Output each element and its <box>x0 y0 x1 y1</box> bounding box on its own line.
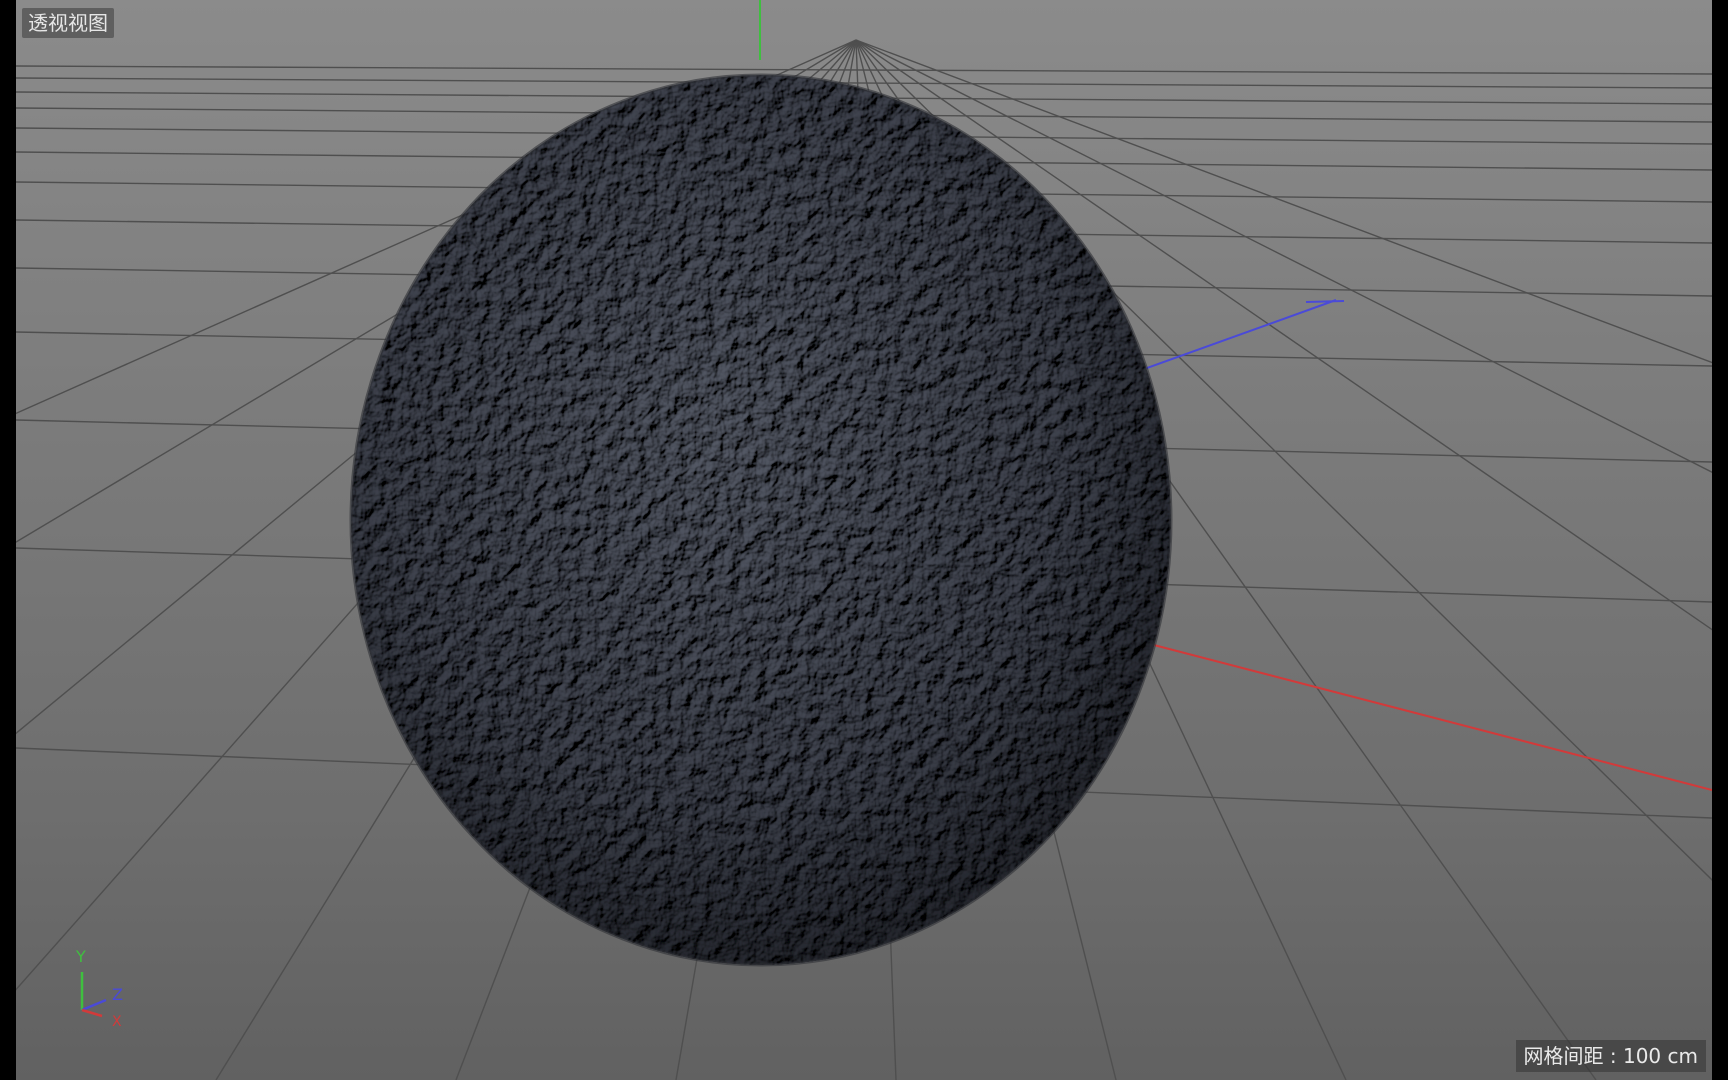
gizmo-x-line <box>81 1008 103 1018</box>
perspective-viewport[interactable]: 透视视图 Y Z X 网格间距 : 100 cm <box>16 0 1712 1080</box>
viewport-scene <box>16 0 1712 1080</box>
gizmo-z-line <box>81 998 107 1012</box>
gizmo-z-label: Z <box>112 985 123 1004</box>
view-name-label[interactable]: 透视视图 <box>22 8 114 38</box>
z-axis-line <box>1135 299 1337 373</box>
gizmo-y-label: Y <box>75 947 86 966</box>
grid-spacing-label: 网格间距 : 100 cm <box>1515 1040 1706 1072</box>
noise-sphere[interactable] <box>349 73 1173 967</box>
x-axis-line <box>1095 629 1712 791</box>
gizmo-x-label: X <box>112 1014 122 1030</box>
axis-orientation-gizmo: Y Z X <box>75 947 123 1030</box>
z-axis-tick <box>1305 300 1345 303</box>
